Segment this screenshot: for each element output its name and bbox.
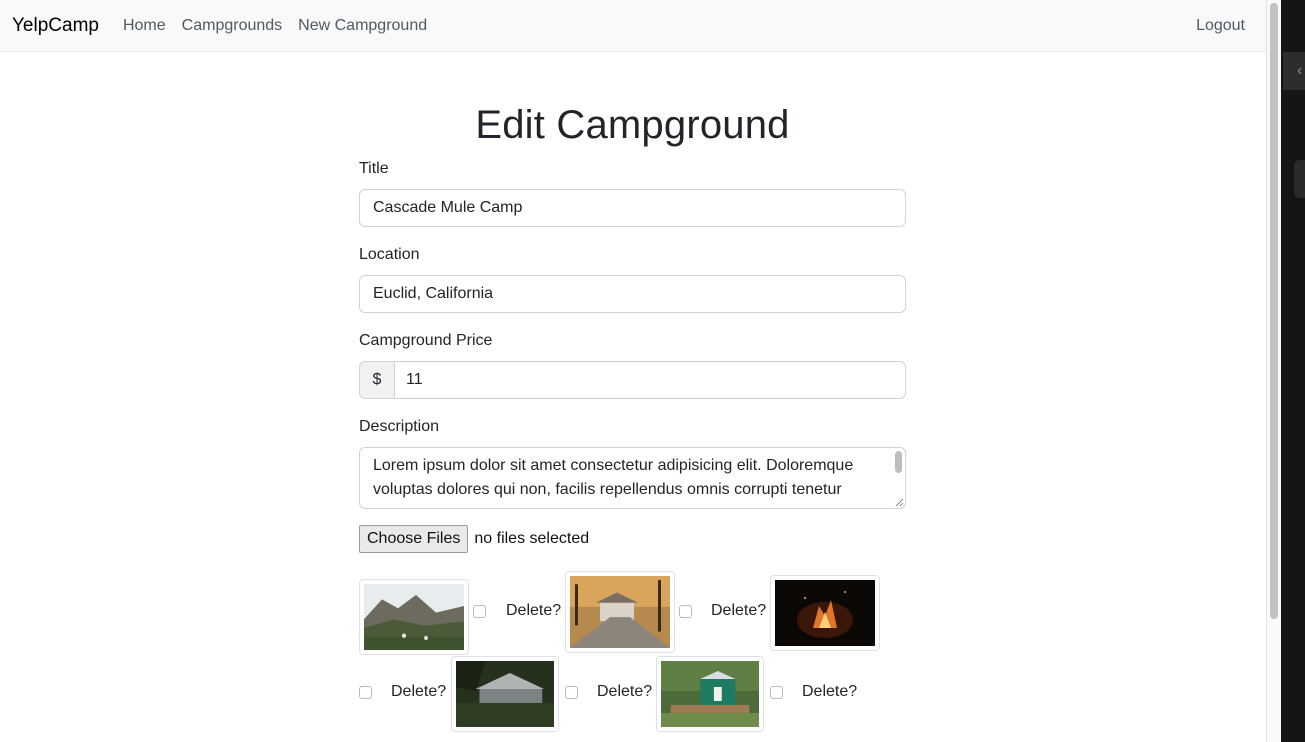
currency-addon: $ [359,361,395,399]
logout-link[interactable]: Logout [1196,17,1245,35]
location-input[interactable]: Euclid, California [359,275,906,313]
title-label: Title [359,160,389,177]
resize-handle-icon[interactable] [894,497,904,507]
delete-label-5: Delete? [802,683,858,700]
description-label: Description [359,418,440,435]
file-status-text: no files selected [474,530,590,547]
price-input-group: $ 11 [359,361,906,399]
campground-image-2 [565,571,675,653]
location-label: Location [359,246,420,263]
campground-image-5 [656,656,764,732]
forest-yurt-image [456,661,554,727]
nav-campgrounds-link[interactable]: Campgrounds [182,17,283,35]
delete-checkbox-2[interactable] [679,605,692,618]
adjacent-window-edge: ‹ [1281,0,1305,742]
forest-cabin-image [570,576,670,648]
mountain-meadow-image [364,584,464,650]
campfire-night-image [775,580,875,646]
delete-label-4: Delete? [597,683,653,700]
delete-checkbox-1[interactable] [473,605,486,618]
campground-image-1 [359,579,469,655]
file-upload-row: Choose Files no files selected [359,525,589,553]
delete-label-1: Delete? [506,602,562,619]
delete-label-3: Delete? [391,683,447,700]
textarea-scrollbar[interactable] [895,451,902,473]
page: YelpCamp Home Campgrounds New Campground… [0,0,1266,742]
description-textarea[interactable]: Lorem ipsum dolor sit amet consectetur a… [359,447,906,509]
delete-label-2: Delete? [711,602,767,619]
adjacent-panel-tab [1294,160,1305,198]
nav-home-link[interactable]: Home [123,17,166,35]
green-yurt-image [661,661,759,727]
page-scrollbar[interactable] [1266,0,1281,742]
delete-checkbox-3[interactable] [359,686,372,699]
campground-image-3 [770,575,880,651]
choose-files-button[interactable]: Choose Files [359,525,469,553]
page-title: Edit Campground [475,103,790,147]
navbar: YelpCamp Home Campgrounds New Campground… [0,0,1266,52]
delete-checkbox-4[interactable] [565,686,578,699]
description-text: Lorem ipsum dolor sit amet consectetur a… [373,457,854,498]
nav-new-campground-link[interactable]: New Campground [298,17,427,35]
brand-link[interactable]: YelpCamp [12,15,99,37]
price-label: Campground Price [359,332,493,349]
page-scrollbar-thumb[interactable] [1270,3,1278,619]
chevron-left-icon: ‹ [1297,62,1303,79]
delete-checkbox-5[interactable] [770,686,783,699]
price-input[interactable]: 11 [395,361,906,399]
title-input[interactable]: Cascade Mule Camp [359,189,906,227]
campground-image-4 [451,656,559,732]
